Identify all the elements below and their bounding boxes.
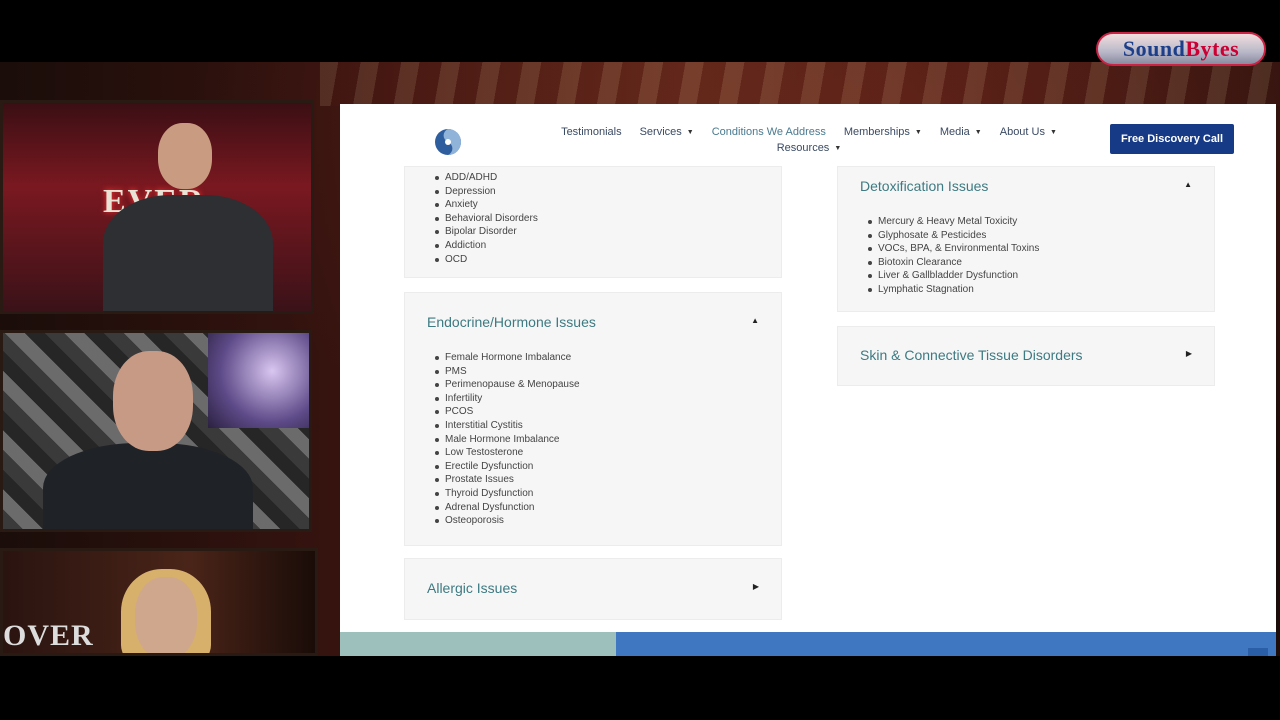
list-item: Osteoporosis	[435, 514, 580, 528]
guest-head	[113, 351, 193, 451]
nav-resources[interactable]: Resources ▼	[777, 142, 842, 154]
nav-about[interactable]: About Us ▼	[1000, 126, 1057, 138]
list-item: Infertility	[435, 392, 580, 406]
nav-label: Conditions We Address	[711, 126, 826, 138]
accordion-endocrine: Endocrine/Hormone Issues ▲ Female Hormon…	[404, 292, 782, 546]
camera-feed-cohost: OVER	[0, 548, 318, 656]
detox-list: Mercury & Heavy Metal Toxicity Glyphosat…	[867, 215, 1040, 297]
endocrine-list: Female Hormone Imbalance PMS Perimenopau…	[435, 351, 580, 528]
list-item: Lymphatic Stagnation	[867, 283, 1039, 297]
chevron-down-icon: ▼	[686, 128, 694, 136]
nav-services[interactable]: Services ▼	[640, 126, 694, 138]
camera-feed-host: EVER	[0, 100, 314, 314]
list-item: Biotoxin Clearance	[867, 256, 1039, 270]
chevron-up-icon[interactable]: ▲	[751, 316, 759, 325]
list-item: Perimenopause & Menopause	[435, 379, 580, 391]
list-item: VOCs, BPA, & Environmental Toxins	[867, 243, 1040, 255]
site-navbar: Testimonials Services ▼ Conditions We Add…	[340, 104, 1276, 170]
chevron-up-icon[interactable]: ▲	[1184, 180, 1192, 189]
chevron-down-icon: ▼	[974, 128, 982, 136]
chevron-right-icon[interactable]: ▶	[753, 582, 759, 591]
stream-stage: SoundBytes EVER OVER Testimonials Servic…	[0, 0, 1280, 720]
chevron-right-icon[interactable]: ▶	[1186, 349, 1192, 358]
list-item: Low Testosterone	[435, 446, 580, 460]
footer-blue-block	[616, 632, 1276, 656]
list-item: Addiction	[435, 239, 538, 253]
synapse-logo-icon[interactable]	[434, 128, 462, 156]
list-item: PMS	[435, 365, 580, 379]
list-item: Liver & Gallbladder Dysfunction	[867, 269, 1039, 283]
nav-label: Memberships	[843, 126, 910, 138]
list-item: PCOS	[435, 405, 580, 419]
nav-label: Testimonials	[561, 126, 622, 138]
list-item: Male Hormone Imbalance	[435, 433, 580, 447]
list-item: Thyroid Dysfunction	[435, 487, 580, 501]
list-item: Prostate Issues	[435, 473, 580, 487]
nav-label: Services	[639, 126, 682, 138]
list-item: Erectile Dysfunction	[435, 460, 580, 474]
nav-label: Media	[939, 126, 970, 138]
list-item: Adrenal Dysfunction	[435, 501, 580, 515]
free-discovery-call-button[interactable]: Free Discovery Call	[1110, 124, 1234, 154]
nav-links: Testimonials Services ▼ Conditions We Add…	[554, 126, 1064, 154]
accordion-title[interactable]: Skin & Connective Tissue Disorders	[860, 347, 1083, 363]
scroll-to-top-button[interactable]	[1248, 648, 1268, 656]
list-item: OCD	[435, 253, 538, 267]
accordion-allergic[interactable]: Allergic Issues ▶	[404, 558, 782, 620]
chevron-down-icon: ▼	[914, 128, 922, 136]
list-item: Interstitial Cystitis	[435, 419, 580, 433]
nav-conditions[interactable]: Conditions We Address	[712, 126, 826, 138]
list-item: Mercury & Heavy Metal Toxicity	[867, 215, 1039, 229]
host-head	[158, 123, 212, 189]
list-item: Depression	[435, 185, 538, 199]
stormy-window-art	[208, 333, 309, 428]
camera-feed-guest	[0, 330, 312, 532]
nav-testimonials[interactable]: Testimonials	[561, 126, 622, 138]
list-item: ADD/ADHD	[435, 171, 538, 185]
accordion-detox: Detoxification Issues ▲ Mercury & Heavy …	[837, 166, 1215, 312]
nav-memberships[interactable]: Memberships ▼	[844, 126, 922, 138]
website-screenshare: Testimonials Services ▼ Conditions We Add…	[340, 104, 1276, 656]
nav-label: About Us	[999, 126, 1045, 138]
flag-stripes	[320, 62, 1280, 106]
accordion-mental-health: ADD/ADHD Depression Anxiety Behavioral D…	[404, 166, 782, 278]
host-body	[103, 195, 273, 311]
mental-health-list: ADD/ADHD Depression Anxiety Behavioral D…	[435, 171, 538, 267]
cohost-head	[135, 577, 197, 653]
accordion-skin[interactable]: Skin & Connective Tissue Disorders ▶	[837, 326, 1215, 386]
chevron-down-icon: ▼	[834, 144, 842, 152]
accordion-title[interactable]: Endocrine/Hormone Issues	[427, 314, 596, 330]
list-item: Behavioral Disorders	[435, 212, 538, 224]
nav-label: Resources	[776, 142, 830, 154]
guest-body	[43, 443, 253, 529]
accordion-title[interactable]: Detoxification Issues	[860, 178, 988, 194]
list-item: Anxiety	[435, 198, 538, 212]
nav-media[interactable]: Media ▼	[940, 126, 982, 138]
list-item: Glyphosate & Pesticides	[867, 229, 1039, 243]
chevron-down-icon: ▼	[1049, 128, 1057, 136]
list-item: Female Hormone Imbalance	[435, 351, 580, 365]
footer-bar	[340, 632, 1276, 656]
logo-word-1: Sound	[1122, 36, 1186, 61]
list-item: Bipolar Disorder	[435, 225, 538, 239]
logo-word-2: Bytes	[1185, 36, 1240, 61]
accordion-title[interactable]: Allergic Issues	[427, 580, 517, 596]
studio-sign-2: OVER	[3, 619, 94, 652]
soundbytes-logo: Sound Bytes	[1096, 32, 1266, 66]
footer-teal-block	[340, 632, 616, 656]
